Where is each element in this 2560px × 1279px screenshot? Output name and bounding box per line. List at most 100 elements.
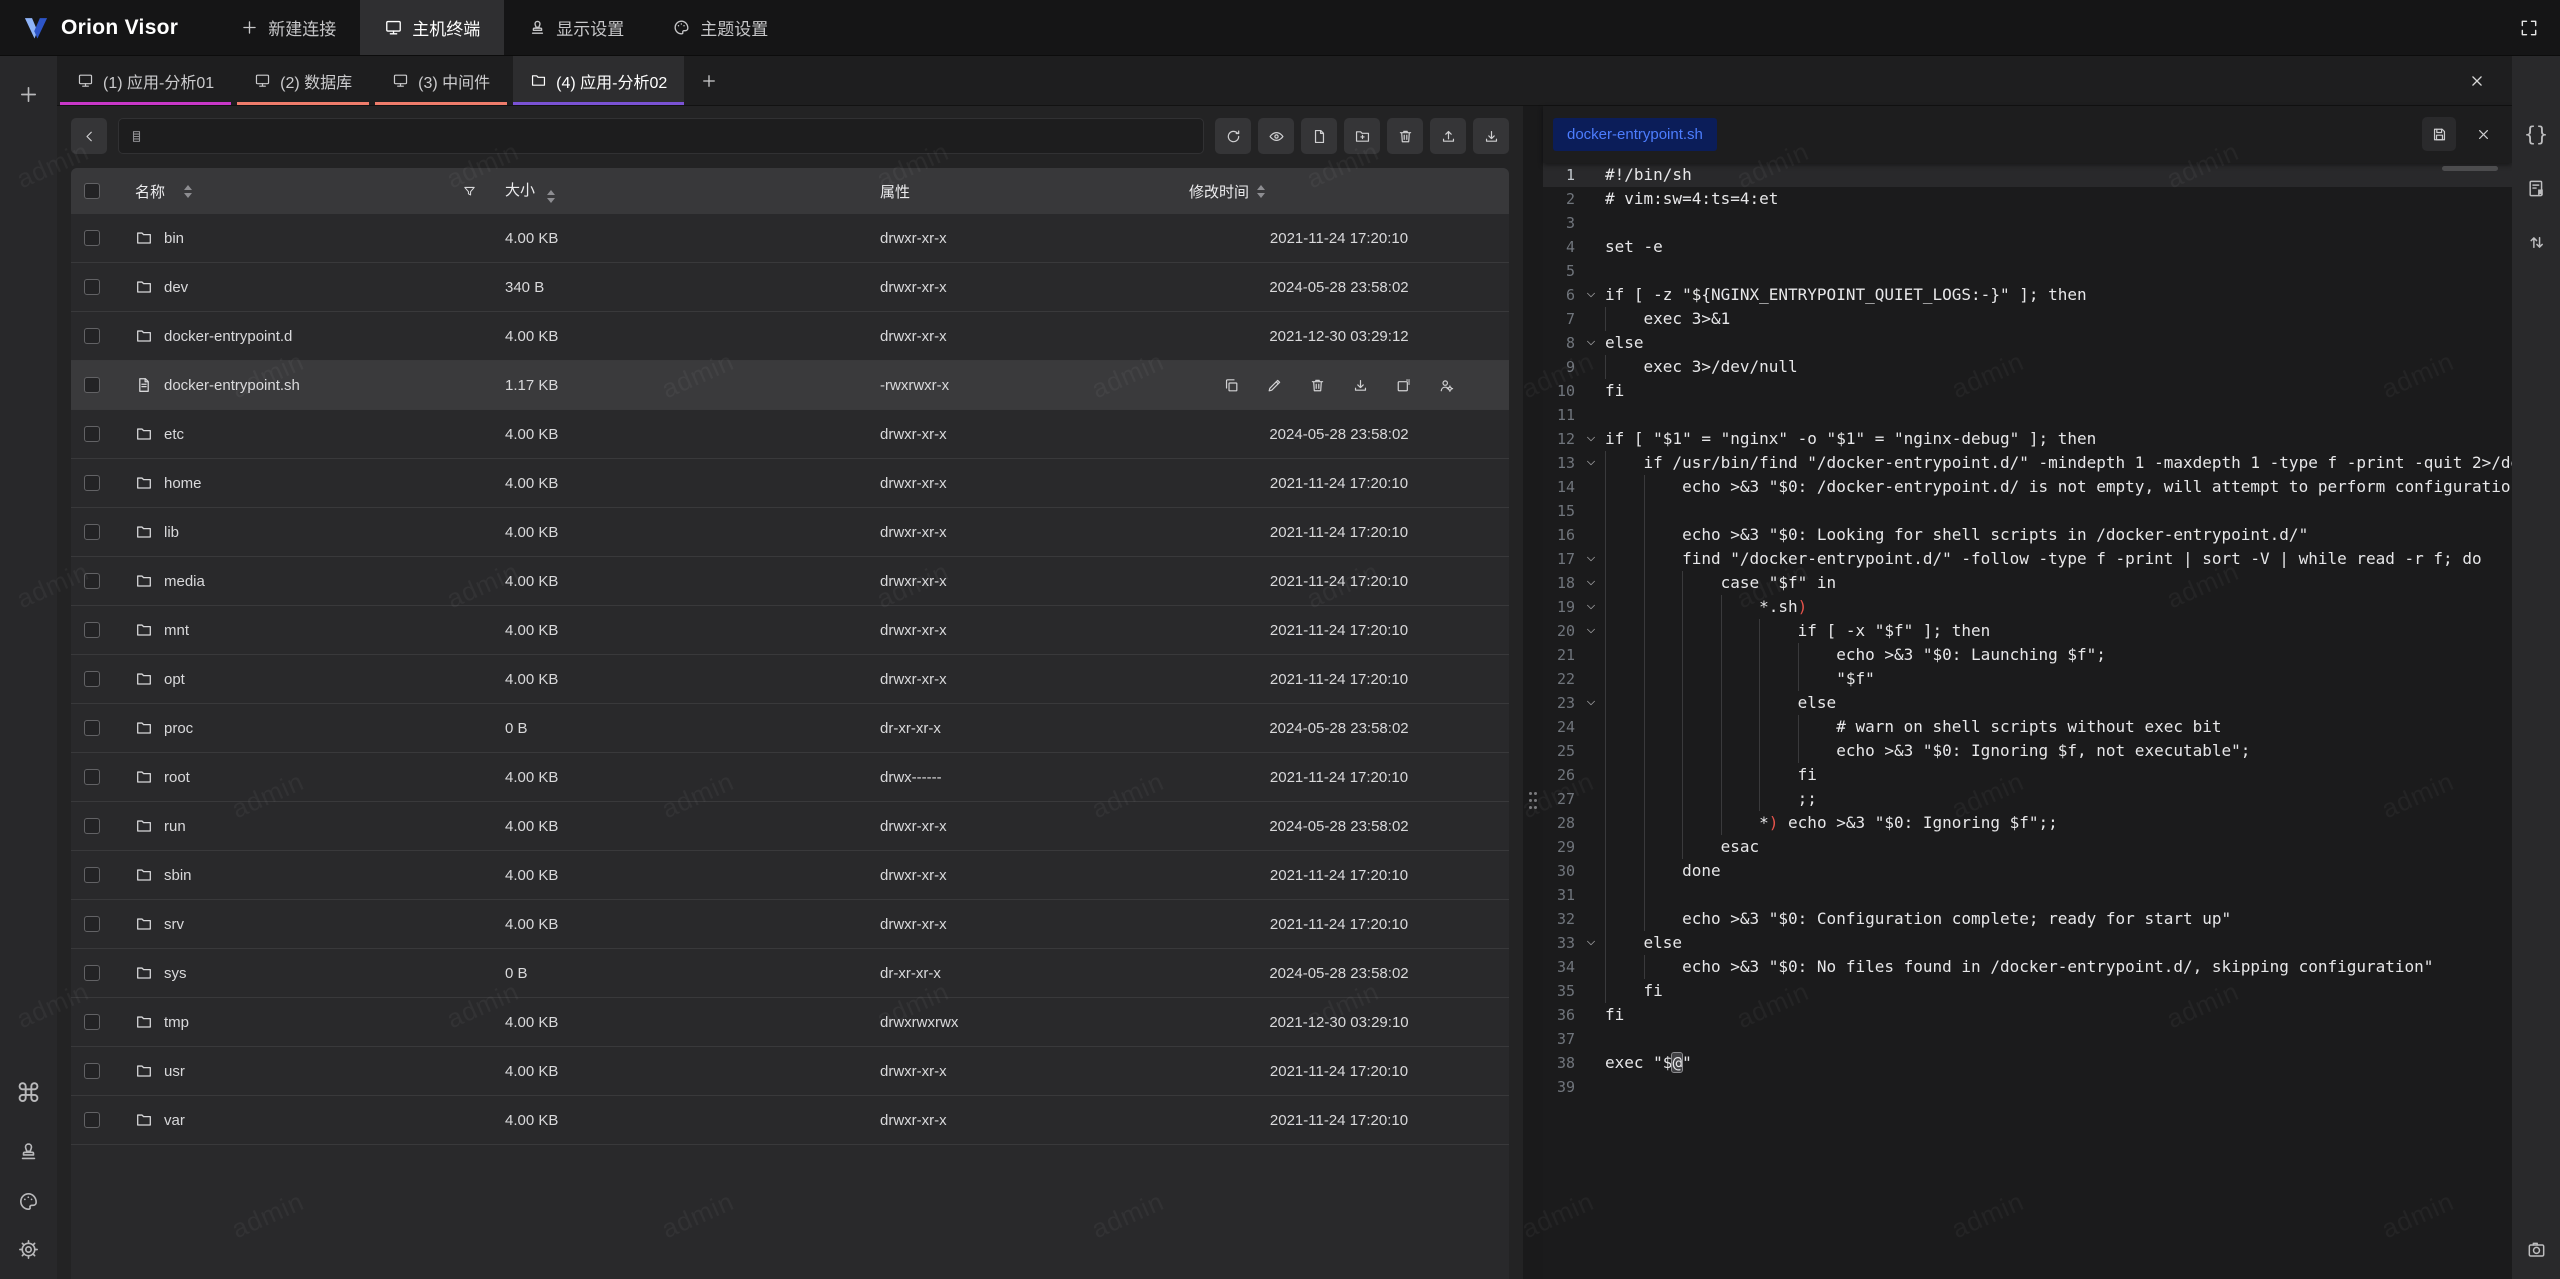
toolbar-eye-button[interactable] bbox=[1258, 118, 1294, 154]
toolbar-download-button[interactable] bbox=[1473, 118, 1509, 154]
tab-2[interactable]: (2) 数据库 bbox=[237, 56, 369, 105]
code-editor[interactable]: 1#!/bin/sh2# vim:sw=4:ts=4:et34set -e56i… bbox=[1543, 163, 2512, 1279]
move-icon bbox=[1395, 377, 1412, 394]
row-checkbox[interactable] bbox=[84, 328, 100, 344]
toolbar-upload-button[interactable] bbox=[1430, 118, 1466, 154]
menu-item-host-terminal[interactable]: 主机终端 bbox=[360, 0, 504, 55]
fold-toggle[interactable] bbox=[1577, 427, 1605, 451]
sort-size-control[interactable] bbox=[547, 190, 555, 203]
row-checkbox[interactable] bbox=[84, 524, 100, 540]
back-button[interactable] bbox=[71, 118, 107, 154]
fold-toggle[interactable] bbox=[1577, 571, 1605, 595]
code-line-26: 26fi bbox=[1543, 763, 2512, 787]
file-row-sys[interactable]: sys0 Bdr-xr-xr-x2024-05-28 23:58:02 bbox=[71, 949, 1509, 998]
menu-item-display-settings[interactable]: 显示设置 bbox=[504, 0, 648, 55]
row-checkbox[interactable] bbox=[84, 965, 100, 981]
row-checkbox[interactable] bbox=[84, 1014, 100, 1030]
sort-name-control[interactable] bbox=[184, 185, 192, 198]
fold-toggle[interactable] bbox=[1577, 595, 1605, 619]
fold-toggle[interactable] bbox=[1577, 451, 1605, 475]
row-checkbox[interactable] bbox=[84, 671, 100, 687]
row-checkbox[interactable] bbox=[84, 916, 100, 932]
row-checkbox[interactable] bbox=[84, 573, 100, 589]
tab-1[interactable]: (1) 应用-分析01 bbox=[60, 56, 231, 105]
fold-toggle[interactable] bbox=[1577, 283, 1605, 307]
path-input[interactable] bbox=[152, 127, 1193, 145]
file-row-sbin[interactable]: sbin4.00 KBdrwxr-xr-x2021-11-24 17:20:10 bbox=[71, 851, 1509, 900]
menu-item-theme-settings[interactable]: 主题设置 bbox=[648, 0, 792, 55]
row-action-pencil-button[interactable] bbox=[1266, 377, 1283, 394]
file-row-media[interactable]: media4.00 KBdrwxr-xr-x2021-11-24 17:20:1… bbox=[71, 557, 1509, 606]
file-row-tmp[interactable]: tmp4.00 KBdrwxrwxrwx2021-12-30 03:29:10 bbox=[71, 998, 1509, 1047]
menu-item-new-connection[interactable]: 新建连接 bbox=[216, 0, 360, 55]
file-row-proc[interactable]: proc0 Bdr-xr-xr-x2024-05-28 23:58:02 bbox=[71, 704, 1509, 753]
line-number: 17 bbox=[1543, 547, 1577, 571]
toolbar-doc-button[interactable] bbox=[1301, 118, 1337, 154]
row-checkbox[interactable] bbox=[84, 230, 100, 246]
rail-file-manager-button[interactable] bbox=[2512, 168, 2560, 208]
fold-toggle[interactable] bbox=[1577, 547, 1605, 571]
file-row-bin[interactable]: bin4.00 KBdrwxr-xr-x2021-11-24 17:20:10 bbox=[71, 214, 1509, 263]
rail-screenshot-button[interactable] bbox=[2512, 1229, 2560, 1269]
rail-shortcuts-button[interactable]: ⌘ bbox=[0, 1071, 57, 1115]
fold-toggle[interactable] bbox=[1577, 691, 1605, 715]
filter-name-button[interactable] bbox=[462, 184, 477, 199]
save-file-button[interactable] bbox=[2422, 117, 2456, 151]
close-editor-button[interactable] bbox=[2466, 117, 2500, 151]
file-row-run[interactable]: run4.00 KBdrwxr-xr-x2024-05-28 23:58:02 bbox=[71, 802, 1509, 851]
fold-toggle[interactable] bbox=[1577, 931, 1605, 955]
row-checkbox[interactable] bbox=[84, 475, 100, 491]
file-row-root[interactable]: root4.00 KBdrwx------2021-11-24 17:20:10 bbox=[71, 753, 1509, 802]
line-number: 25 bbox=[1543, 739, 1577, 763]
row-checkbox[interactable] bbox=[84, 720, 100, 736]
row-checkbox[interactable] bbox=[84, 426, 100, 442]
tab-3[interactable]: (3) 中间件 bbox=[375, 56, 507, 105]
select-all-checkbox[interactable] bbox=[84, 183, 100, 199]
toolbar-refresh-button[interactable] bbox=[1215, 118, 1251, 154]
rail-transfer-button[interactable] bbox=[2512, 222, 2560, 262]
panel-splitter[interactable] bbox=[1523, 106, 1543, 1279]
row-checkbox[interactable] bbox=[84, 622, 100, 638]
sort-mtime-control[interactable] bbox=[1257, 185, 1265, 198]
file-row-usr[interactable]: usr4.00 KBdrwxr-xr-x2021-11-24 17:20:10 bbox=[71, 1047, 1509, 1096]
code-text: exec "$@" bbox=[1605, 1051, 2512, 1075]
row-action-users-button[interactable] bbox=[1438, 377, 1455, 394]
file-row-lib[interactable]: lib4.00 KBdrwxr-xr-x2021-11-24 17:20:10 bbox=[71, 508, 1509, 557]
row-checkbox[interactable] bbox=[84, 279, 100, 295]
row-checkbox[interactable] bbox=[84, 867, 100, 883]
row-action-trash-button[interactable] bbox=[1309, 377, 1326, 394]
row-action-move-button[interactable] bbox=[1395, 377, 1412, 394]
rail-display-settings-button[interactable] bbox=[0, 1129, 57, 1173]
users-icon bbox=[1438, 377, 1455, 394]
row-action-download-button[interactable] bbox=[1352, 377, 1369, 394]
rail-theme-button[interactable] bbox=[0, 1179, 57, 1223]
rail-variables-button[interactable]: {} bbox=[2512, 114, 2560, 154]
row-action-copy-button[interactable] bbox=[1223, 377, 1240, 394]
row-checkbox[interactable] bbox=[84, 769, 100, 785]
fold-toggle[interactable] bbox=[1577, 331, 1605, 355]
file-row-var[interactable]: var4.00 KBdrwxr-xr-x2021-11-24 17:20:10 bbox=[71, 1096, 1509, 1145]
close-all-tabs-button[interactable] bbox=[2460, 56, 2494, 106]
file-row-srv[interactable]: srv4.00 KBdrwxr-xr-x2021-11-24 17:20:10 bbox=[71, 900, 1509, 949]
file-row-docker-entrypoint.d[interactable]: docker-entrypoint.d4.00 KBdrwxr-xr-x2021… bbox=[71, 312, 1509, 361]
new-tab-button[interactable] bbox=[687, 56, 731, 105]
fullscreen-button[interactable] bbox=[2512, 11, 2546, 45]
rail-new-connection-button[interactable] bbox=[0, 72, 57, 116]
file-row-dev[interactable]: dev340 Bdrwxr-xr-x2024-05-28 23:58:02 bbox=[71, 263, 1509, 312]
file-row-home[interactable]: home4.00 KBdrwxr-xr-x2021-11-24 17:20:10 bbox=[71, 459, 1509, 508]
file-row-opt[interactable]: opt4.00 KBdrwxr-xr-x2021-11-24 17:20:10 bbox=[71, 655, 1509, 704]
file-row-docker-entrypoint.sh[interactable]: docker-entrypoint.sh1.17 KB-rwxrwxr-x bbox=[71, 361, 1509, 410]
rail-settings-button[interactable] bbox=[0, 1227, 57, 1271]
file-row-etc[interactable]: etc4.00 KBdrwxr-xr-x2024-05-28 23:58:02 bbox=[71, 410, 1509, 459]
row-checkbox[interactable] bbox=[84, 377, 100, 393]
toolbar-trash-button[interactable] bbox=[1387, 118, 1423, 154]
toolbar-folder-plus-button[interactable] bbox=[1344, 118, 1380, 154]
row-checkbox[interactable] bbox=[84, 1112, 100, 1128]
row-checkbox[interactable] bbox=[84, 1063, 100, 1079]
brand[interactable]: Orion Visor bbox=[22, 0, 178, 55]
row-checkbox[interactable] bbox=[84, 818, 100, 834]
file-row-mnt[interactable]: mnt4.00 KBdrwxr-xr-x2021-11-24 17:20:10 bbox=[71, 606, 1509, 655]
fold-toggle[interactable] bbox=[1577, 619, 1605, 643]
tab-4[interactable]: (4) 应用-分析02 bbox=[513, 56, 684, 105]
editor-scrollbar-thumb[interactable] bbox=[2442, 166, 2498, 171]
